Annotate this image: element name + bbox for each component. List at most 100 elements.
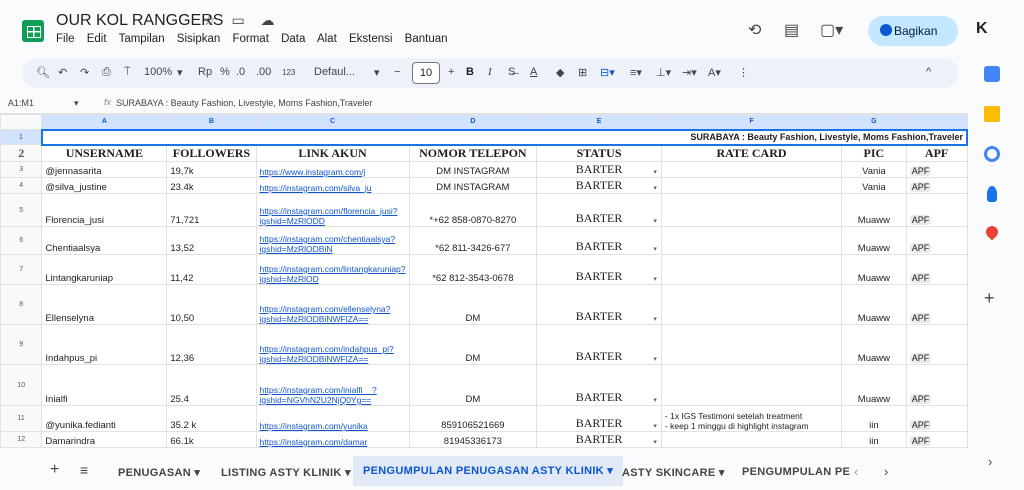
tab-penugasan[interactable]: PENUGASAN ▾ (118, 466, 200, 479)
row-number[interactable]: 3 (0, 161, 43, 178)
star-move-cloud-icons[interactable]: ☆ ▭ ☁ (203, 12, 281, 29)
followers-cell[interactable]: 12,36 (166, 324, 257, 365)
text-wrap-icon[interactable]: ⇥▾ (682, 66, 697, 79)
select-all-corner[interactable] (0, 114, 43, 130)
header-cell[interactable]: RATE CARD (660, 144, 843, 162)
menu-edit[interactable]: Edit (87, 33, 107, 45)
apf-cell[interactable]: APF (905, 364, 968, 406)
instagram-link[interactable]: https://instagram.com/inialfi__?igshid=N… (260, 385, 406, 405)
instagram-link[interactable]: https://instagram.com/yunika (260, 421, 406, 431)
username-cell[interactable]: Lintangkaruniap (41, 254, 168, 285)
link-cell[interactable]: https://instagram.com/lintangkaruniap?ig… (255, 254, 410, 285)
borders-icon[interactable]: ⊞ (578, 66, 587, 79)
chevron-down-icon[interactable]: ▾ (653, 245, 657, 253)
menu-file[interactable]: File (56, 33, 75, 45)
username-cell[interactable]: Florencia_jusi (41, 193, 168, 227)
tab-pengumpulan-pe[interactable]: PENGUMPULAN PE (742, 466, 850, 478)
pic-cell[interactable]: Vania (841, 177, 907, 194)
pic-cell[interactable]: iin (841, 431, 907, 448)
status-cell[interactable]: BARTER ▾ (536, 254, 662, 285)
tab-listing-asty-klinik[interactable]: LISTING ASTY KLINIK ▾ (221, 466, 351, 479)
link-cell[interactable]: https://instagram.com/damar (255, 431, 410, 448)
italic-button[interactable]: I (488, 66, 492, 78)
more-icon[interactable]: ⋮ (738, 66, 749, 79)
apf-chip[interactable]: APF (909, 353, 932, 363)
link-cell[interactable]: https://instagram.com/chentiaalsya?igshi… (255, 226, 410, 255)
header-cell[interactable]: APF (905, 144, 968, 162)
rate-card-cell[interactable] (660, 177, 843, 194)
share-button[interactable]: Bagikan (868, 16, 958, 46)
rate-card-cell[interactable] (660, 324, 843, 365)
pic-cell[interactable]: Muaww (841, 364, 907, 406)
status-cell[interactable]: BARTER ▾ (536, 177, 662, 194)
status-cell[interactable]: BARTER ▾ (536, 431, 662, 448)
status-cell[interactable]: BARTER ▾ (536, 324, 662, 365)
tab-asty-skincare[interactable]: ASTY SKINCARE ▾ (622, 466, 725, 479)
column-header[interactable]: F (660, 114, 843, 130)
instagram-link[interactable]: https://instagram.com/lintangkaruniap?ig… (260, 264, 406, 284)
apf-chip[interactable]: APF (909, 273, 932, 283)
apf-chip[interactable]: APF (909, 420, 932, 430)
increase-font-size-button[interactable]: + (448, 66, 454, 78)
link-cell[interactable]: https://instagram.com/yunika (255, 405, 410, 432)
print-icon[interactable]: ⎙ (102, 66, 111, 79)
history-icon[interactable]: ⟲ (748, 20, 761, 40)
username-cell[interactable]: @silva_justine (41, 177, 168, 194)
apf-cell[interactable]: APF (905, 226, 968, 255)
bold-button[interactable]: B (466, 66, 474, 78)
apf-chip[interactable]: APF (909, 394, 932, 404)
chevron-down-icon[interactable]: ▾ (653, 422, 657, 430)
search-menus-icon[interactable]: 🔍︎ (36, 66, 50, 79)
apf-cell[interactable]: APF (905, 177, 968, 194)
instagram-link[interactable]: https://instagram.com/silva_ju (260, 183, 406, 193)
column-header[interactable]: G (841, 114, 907, 130)
percent-format-button[interactable]: % (220, 66, 230, 78)
rate-card-cell[interactable] (660, 284, 843, 325)
scroll-tabs-left-icon[interactable]: ‹ (854, 464, 858, 479)
rate-card-cell[interactable] (660, 364, 843, 406)
increase-decimal-button[interactable]: .00 (256, 66, 271, 78)
menu-insert[interactable]: Sisipkan (177, 33, 220, 45)
username-cell[interactable]: @yunika.fedianti (41, 405, 168, 432)
decrease-font-size-button[interactable]: − (394, 66, 400, 78)
sheets-logo-icon[interactable] (22, 20, 44, 42)
chevron-down-icon[interactable]: ▾ (653, 184, 657, 192)
sheet-grid[interactable]: A B C D E F G 1 SURABAYA : Beauty Fashio… (0, 114, 968, 448)
collapse-toolbar-icon[interactable]: ^ (926, 66, 931, 78)
avatar[interactable]: K (976, 20, 988, 38)
row-number[interactable]: 5 (0, 193, 43, 227)
link-cell[interactable]: https://instagram.com/florencia_jusi?igs… (255, 193, 410, 227)
link-cell[interactable]: https://instagram.com/indahpus_pi?igshid… (255, 324, 410, 365)
phone-cell[interactable]: *62 811-3426-677 (408, 226, 538, 255)
rate-card-cell[interactable] (660, 193, 843, 227)
font-select[interactable]: Defaul... (314, 66, 355, 78)
vertical-align-icon[interactable]: ⊥▾ (656, 66, 671, 79)
header-cell[interactable]: STATUS (536, 144, 662, 162)
followers-cell[interactable]: 19,7k (166, 161, 257, 178)
followers-cell[interactable]: 25.4 (166, 364, 257, 406)
phone-cell[interactable]: DM INSTAGRAM (408, 161, 538, 178)
apf-cell[interactable]: APF (905, 431, 968, 448)
region-banner-cell[interactable]: SURABAYA : Beauty Fashion, Livestyle, Mo… (40, 128, 968, 146)
fill-color-icon[interactable]: ◆ (556, 66, 564, 79)
phone-cell[interactable]: *62 812-3543-0678 (408, 254, 538, 285)
row-number[interactable]: 7 (0, 254, 43, 285)
apf-cell[interactable]: APF (905, 254, 968, 285)
keep-icon[interactable] (984, 106, 1000, 122)
username-cell[interactable]: Damarindra (41, 431, 168, 448)
link-cell[interactable]: https://instagram.com/silva_ju (255, 177, 410, 194)
followers-cell[interactable]: 71,721 (166, 193, 257, 227)
number-format-button[interactable]: 123 (282, 68, 295, 77)
apf-cell[interactable]: APF (905, 193, 968, 227)
pic-cell[interactable]: iin (841, 405, 907, 432)
row-number[interactable]: 12 (0, 431, 43, 448)
chevron-down-icon[interactable]: ▾ (74, 98, 79, 109)
phone-cell[interactable]: DM (408, 324, 538, 365)
menu-tools[interactable]: Alat (317, 33, 337, 45)
pic-cell[interactable]: Muaww (841, 226, 907, 255)
chevron-down-icon[interactable]: ▾ (374, 66, 380, 79)
apf-chip[interactable]: APF (909, 313, 932, 323)
add-sheet-icon[interactable]: + (50, 461, 59, 479)
rate-card-cell[interactable]: - 1x IGS Testimoni setelah treatment - k… (660, 405, 843, 432)
header-cell[interactable]: FOLLOWERS (166, 144, 257, 162)
